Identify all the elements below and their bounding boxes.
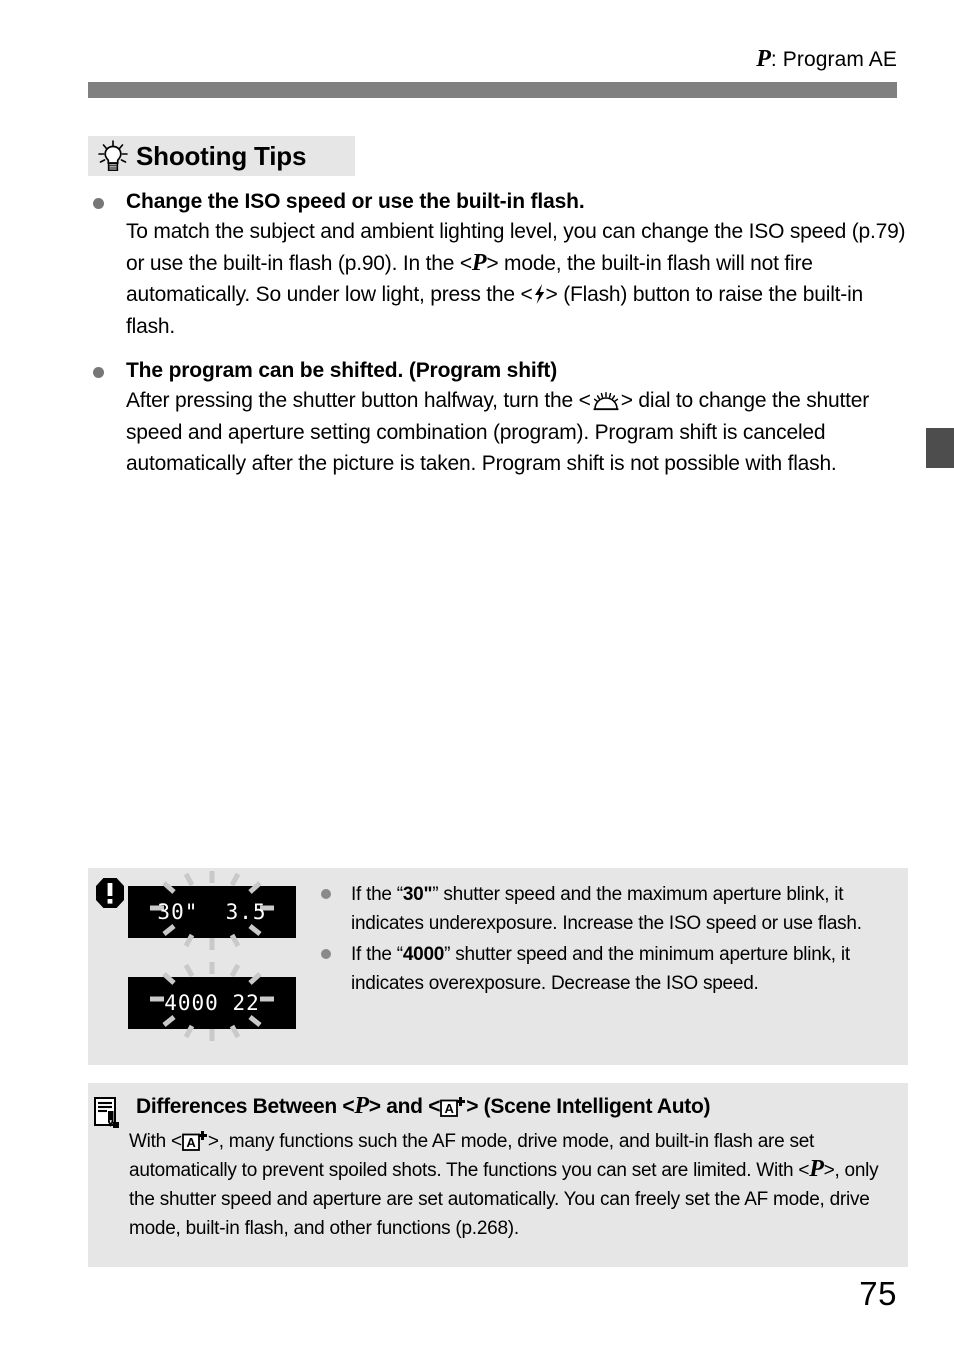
caution-item-1-prefix: If the “ [351,884,403,905]
header-rule [88,82,897,98]
info-heading-part1: Differences Between < [136,1095,355,1118]
tip-2-heading: The program can be shifted. (Program shi… [88,357,908,385]
info-body-part1: With < [129,1131,182,1152]
caution-item-underexposure: If the “30"” shutter speed and the maxim… [318,880,898,938]
mode-p-icon: P [809,1156,824,1182]
tip-block-1: Change the ISO speed or use the built-in… [88,188,908,342]
bullet-dot-icon [93,367,104,378]
overexposure-lcd-text: 4000 22 [164,991,260,1015]
bullet-dot-icon [321,889,331,899]
caution-item-1-bold: 30" [402,884,433,905]
svg-text:A: A [186,1135,196,1150]
tip-2-heading-text: The program can be shifted. (Program shi… [126,359,558,382]
shooting-tips-heading: Shooting Tips [88,136,355,176]
caution-item-overexposure: If the “4000” shutter speed and the mini… [318,940,898,998]
header-title: : Program AE [770,48,897,71]
tip-block-2: The program can be shifted. (Program shi… [88,357,908,480]
bullet-dot-icon [93,198,104,209]
page-header: P: Program AE [756,46,897,73]
caution-list: If the “30"” shutter speed and the maxim… [318,880,898,1000]
note-pencil-icon [94,1097,120,1129]
underexposure-lcd: 30" 3.5 [128,871,296,950]
page-number: 75 [859,1275,897,1312]
main-dial-icon [591,389,621,411]
caution-note-box: 30" 3.5 4000 22 If the “30"” shutter spe… [88,868,908,1065]
tip-1-body: To match the subject and ambient lightin… [88,216,908,342]
chapter-edge-tab [926,428,954,468]
tip-1-heading: Change the ISO speed or use the built-in… [88,188,908,216]
flash-icon [533,282,546,305]
tip-2-body: After pressing the shutter button halfwa… [88,385,908,480]
lcd-illustrations: 30" 3.5 4000 22 [128,871,306,1068]
info-box-body: With < A >, many functions such the AF mod… [129,1127,890,1243]
tip-1-heading-text: Change the ISO speed or use the built-in… [126,190,585,213]
svg-text:A: A [445,1101,455,1116]
info-body-part2: >, many functions such the AF mode, driv… [129,1131,815,1181]
header-mode-glyph: P [756,46,771,72]
info-note-box: Differences Between <P> and < A > (Scene I… [88,1083,908,1267]
shooting-tips-title: Shooting Tips [136,140,307,171]
caution-item-2-prefix: If the “ [351,944,403,965]
scene-intelligent-auto-icon: A [181,1130,208,1151]
info-heading-part3: > (Scene Intelligent Auto) [466,1095,711,1118]
tip-2-body-part1: After pressing the shutter button halfwa… [126,389,591,413]
overexposure-lcd: 4000 22 [128,962,296,1041]
caution-item-2-bold: 4000 [402,944,445,965]
info-heading-part2: > and < [368,1095,441,1118]
info-box-heading: Differences Between <P> and < A > (Scene I… [136,1093,711,1119]
underexposure-lcd-text: 30" 3.5 [157,900,267,924]
scene-intelligent-auto-icon: A [440,1096,466,1117]
bullet-dot-icon [321,949,331,959]
mode-p-icon: P [354,1093,369,1119]
mode-p-icon: P [471,249,487,276]
lightbulb-icon [96,139,130,173]
